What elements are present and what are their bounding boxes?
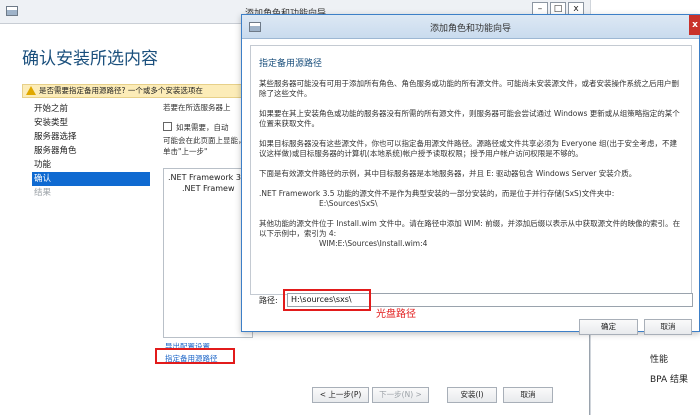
- paragraph-3: 如果目标服务器没有这些源文件，你也可以指定备用源文件路径。源路径或文件共享必须为…: [259, 139, 677, 158]
- info-text: 可能会在此页面上显能，请单击"上一步": [163, 136, 253, 156]
- paragraph-5-text: .NET Framework 3.5 功能的源文件不是作为典型安装的一部分安装的…: [259, 189, 615, 198]
- auto-restart-checkbox[interactable]: [163, 122, 172, 131]
- app-icon: [249, 22, 261, 32]
- alt-source-dialog: 添加角色和功能向导 x 指定备用源路径 某些服务器可能没有可用于添加所有角色、角…: [241, 14, 700, 335]
- cancel-button[interactable]: 取消: [503, 387, 553, 403]
- path-label: 路径:: [259, 296, 278, 305]
- auto-restart-option[interactable]: 如果需要，自动: [163, 122, 253, 133]
- paragraph-4: 下面是有效源文件路径的示例，其中目标服务器是本地服务器，并且 E: 驱动器包含 …: [259, 169, 637, 178]
- paragraph-6-text: 其他功能的源文件位于 Install.wim 文件中。请在路径中添加 WIM: …: [259, 219, 681, 238]
- paragraph-5: .NET Framework 3.5 功能的源文件不是作为典型安装的一部分安装的…: [259, 189, 683, 209]
- install-button[interactable]: 安装(I): [447, 387, 497, 403]
- close-icon[interactable]: x: [689, 15, 700, 35]
- wim-path-example: WIM:E:\Sources\Install.wim:4: [319, 239, 428, 248]
- nav-item-confirmation[interactable]: 确认: [32, 172, 150, 186]
- list-item: .NET Framew: [182, 184, 235, 193]
- nav-item-install-type[interactable]: 安装类型: [34, 116, 154, 130]
- nav-item-results: 结果: [34, 188, 52, 198]
- dialog-title-bar: 添加角色和功能向导 x: [242, 15, 700, 39]
- app-icon: [6, 6, 18, 16]
- ok-button[interactable]: 确定: [579, 319, 638, 335]
- sxs-path-example: E:\Sources\SxS\: [319, 199, 378, 208]
- wizard-nav: 开始之前 安装类型 服务器选择 服务器角色 功能 确认 结果: [32, 102, 154, 200]
- dialog-body: 指定备用源路径 某些服务器可能没有可用于添加所有角色、角色服务或功能的所有源文件…: [250, 45, 692, 295]
- nav-item-server-selection[interactable]: 服务器选择: [34, 130, 154, 144]
- nav-item-before-you-begin[interactable]: 开始之前: [34, 102, 154, 116]
- nav-item-features[interactable]: 功能: [34, 158, 154, 172]
- paragraph-2: 如果要在其上安装角色或功能的服务器没有所需的所有源文件，则服务器可能会尝试通过 …: [259, 109, 680, 128]
- warning-text: 是否需要指定备用源路径? 一个或多个安装选项在: [39, 86, 203, 95]
- paragraph-1: 某些服务器可能没有可用于添加所有角色、角色服务或功能的所有源文件。可能尚未安装源…: [259, 79, 679, 98]
- bpa-results-item[interactable]: BPA 结果: [650, 372, 688, 385]
- highlight-box: [155, 348, 235, 364]
- next-button: 下一步(N) >: [372, 387, 429, 403]
- highlight-box: [283, 289, 371, 311]
- warning-icon: [26, 86, 36, 95]
- list-item: .NET Framework 3: [168, 173, 241, 182]
- dialog-cancel-button[interactable]: 取消: [644, 319, 692, 335]
- nav-item-server-roles[interactable]: 服务器角色: [34, 144, 154, 158]
- confirmation-content: 若要在所选服务器上 如果需要，自动 可能会在此页面上显能，请单击"上一步": [163, 102, 253, 157]
- dialog-title: 添加角色和功能向导: [430, 24, 512, 34]
- checkbox-label: 如果需要，自动: [176, 123, 229, 132]
- dialog-heading: 指定备用源路径: [259, 59, 323, 69]
- intro-text: 若要在所选服务器上: [163, 103, 231, 112]
- warning-banner[interactable]: 是否需要指定备用源路径? 一个或多个安装选项在: [22, 84, 252, 98]
- paragraph-6: 其他功能的源文件位于 Install.wim 文件中。请在路径中添加 WIM: …: [259, 219, 683, 249]
- prev-button[interactable]: < 上一步(P): [312, 387, 369, 403]
- annotation-label: 光盘路径: [376, 309, 416, 320]
- performance-item[interactable]: 性能: [650, 352, 668, 365]
- page-title: 确认安装所选内容: [22, 49, 158, 69]
- features-list: .NET Framework 3 .NET Framew: [163, 168, 253, 338]
